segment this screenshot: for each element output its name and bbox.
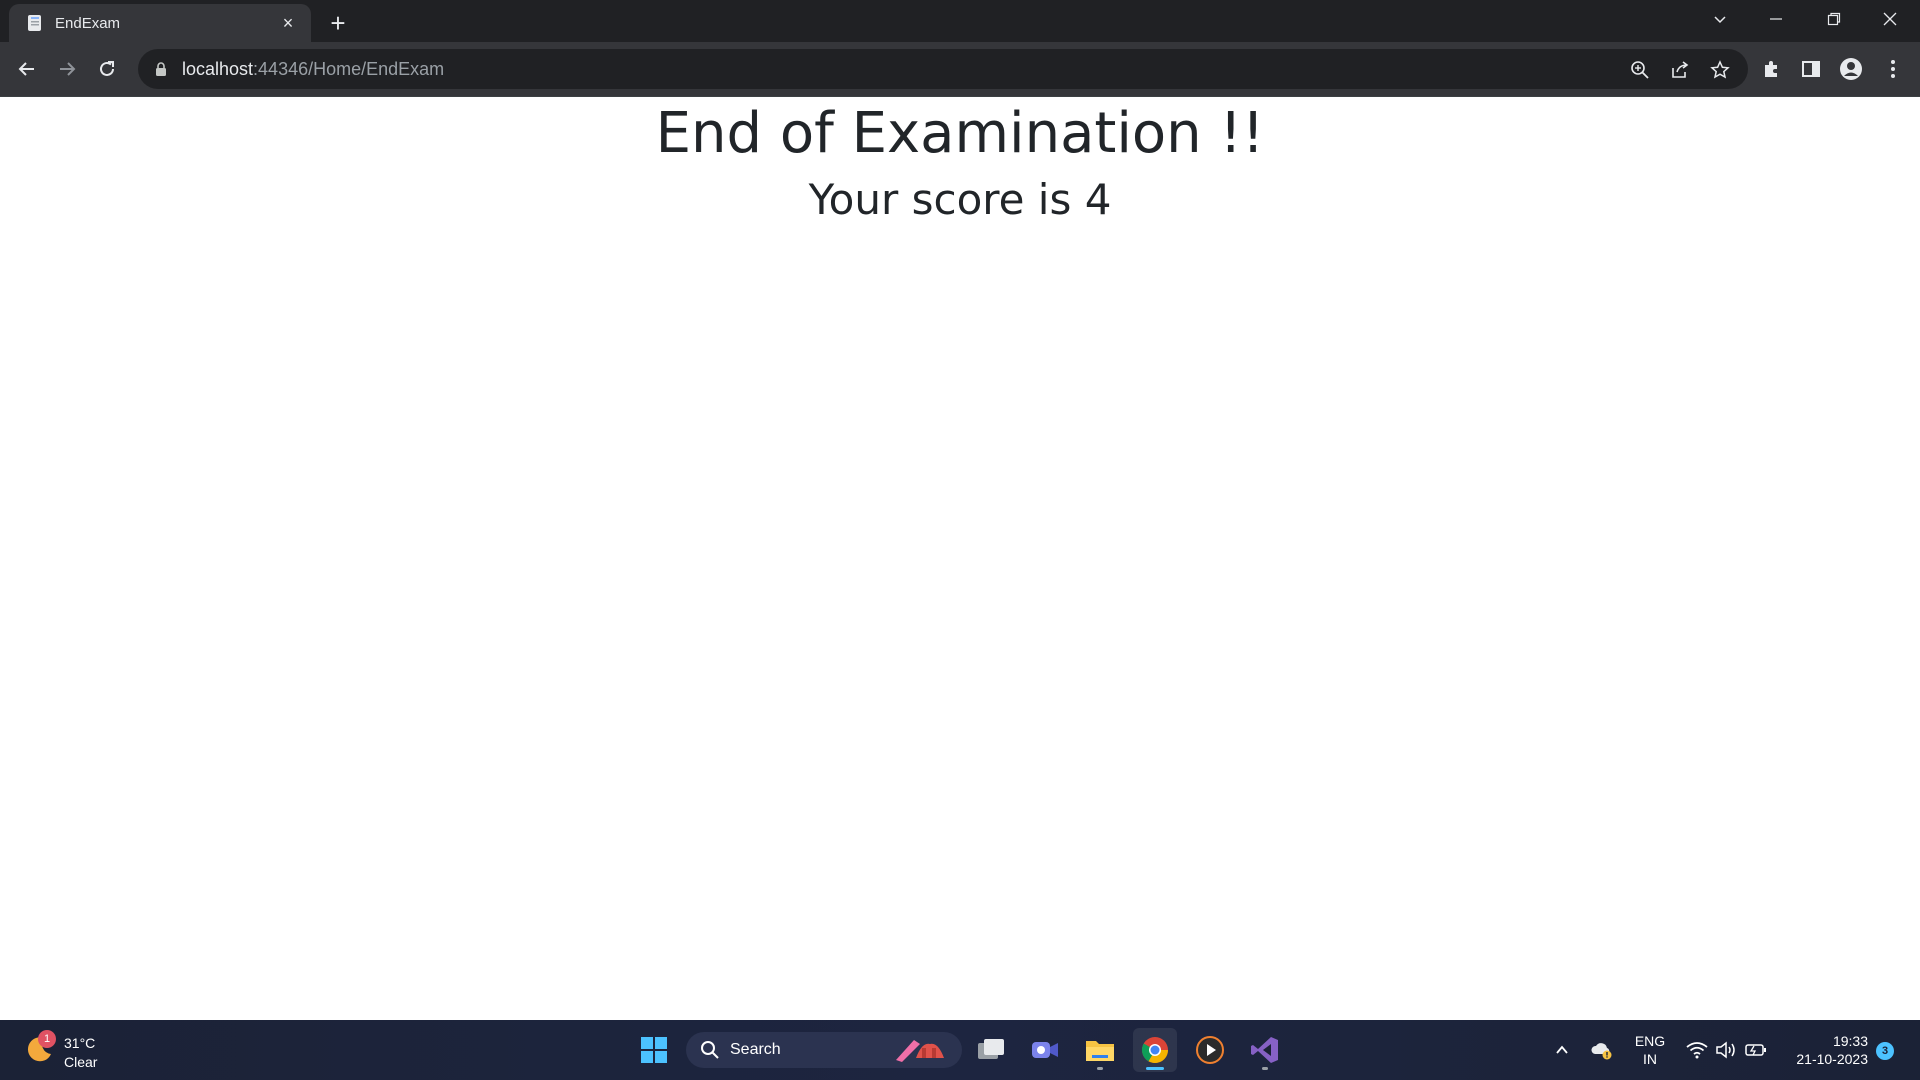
reload-icon[interactable] <box>91 53 123 85</box>
task-view-icon[interactable] <box>969 1028 1013 1072</box>
weather-temperature: 31°C <box>64 1035 96 1051</box>
chrome-icon[interactable] <box>1133 1028 1177 1072</box>
search-icon <box>701 1041 719 1059</box>
address-bar[interactable]: localhost:44346/Home/EndExam <box>138 49 1748 89</box>
search-highlight-icon <box>896 1040 944 1062</box>
language-indicator[interactable]: ENG IN <box>1628 1032 1672 1068</box>
browser-tabstrip: EndExam × + <box>0 0 1920 42</box>
clock-time: 19:33 <box>1832 1033 1868 1049</box>
volume-icon[interactable] <box>1714 1038 1738 1062</box>
tab-title: EndExam <box>55 14 121 32</box>
score-heading: Your score is 4 <box>808 175 1112 224</box>
taskbar-search[interactable]: Search <box>686 1032 962 1068</box>
system-clock[interactable]: 19:33 21-10-2023 <box>1778 1032 1868 1068</box>
clock-date: 21-10-2023 <box>1796 1051 1868 1067</box>
weather-widget[interactable]: 1 31°C Clear <box>24 1028 124 1072</box>
weather-condition: Clear <box>64 1054 98 1070</box>
windows-start-icon[interactable] <box>632 1028 676 1072</box>
close-icon[interactable]: × <box>277 12 299 34</box>
tab-endexam[interactable]: EndExam × <box>9 4 311 42</box>
visual-studio-icon[interactable] <box>1243 1028 1287 1072</box>
url-path: :44346/Home/EndExam <box>253 58 445 79</box>
star-icon[interactable] <box>1708 58 1732 82</box>
side-panel-icon[interactable] <box>1798 56 1824 82</box>
profile-icon[interactable] <box>1838 56 1864 82</box>
onedrive-icon[interactable] <box>1590 1038 1614 1062</box>
battery-icon[interactable] <box>1744 1038 1768 1062</box>
restore-icon[interactable] <box>1806 0 1862 38</box>
wifi-icon[interactable] <box>1685 1038 1709 1062</box>
page-content: End of Examination !! Your score is 4 <box>0 97 1920 1020</box>
window-close-icon[interactable] <box>1862 0 1918 38</box>
weather-badge: 1 <box>38 1030 56 1048</box>
screen: EndExam × + localhost:44346/Home/EndExam… <box>0 0 1920 1080</box>
media-player-icon[interactable] <box>1188 1028 1232 1072</box>
region-code: IN <box>1643 1051 1657 1067</box>
page-icon <box>25 13 45 33</box>
back-icon[interactable] <box>11 53 43 85</box>
language-code: ENG <box>1634 1033 1666 1049</box>
app-running-indicator <box>1262 1067 1268 1070</box>
zoom-icon[interactable] <box>1628 58 1652 82</box>
menu-icon[interactable] <box>1880 56 1906 82</box>
app-running-indicator <box>1097 1067 1103 1070</box>
url-text[interactable]: localhost:44346/Home/EndExam <box>182 59 444 80</box>
plus-icon[interactable]: + <box>324 9 352 37</box>
lock-icon[interactable] <box>152 60 170 78</box>
teams-icon[interactable] <box>1023 1028 1067 1072</box>
minimize-icon[interactable] <box>1748 0 1804 38</box>
notification-badge[interactable]: 3 <box>1876 1042 1894 1060</box>
chevron-up-icon[interactable] <box>1550 1038 1574 1062</box>
forward-icon[interactable] <box>51 53 83 85</box>
browser-toolbar: localhost:44346/Home/EndExam <box>0 42 1920 96</box>
taskbar: 1 31°C Clear Search ENG IN 19:33 21-10-2… <box>0 1020 1920 1080</box>
url-host: localhost <box>182 58 254 79</box>
app-active-indicator <box>1146 1067 1164 1070</box>
page-title: End of Examination !! <box>655 101 1265 166</box>
extensions-icon[interactable] <box>1758 56 1784 82</box>
share-icon[interactable] <box>1668 58 1692 82</box>
file-explorer-icon[interactable] <box>1078 1028 1122 1072</box>
chevron-down-icon[interactable] <box>1692 0 1748 38</box>
search-label: Search <box>730 1041 781 1058</box>
